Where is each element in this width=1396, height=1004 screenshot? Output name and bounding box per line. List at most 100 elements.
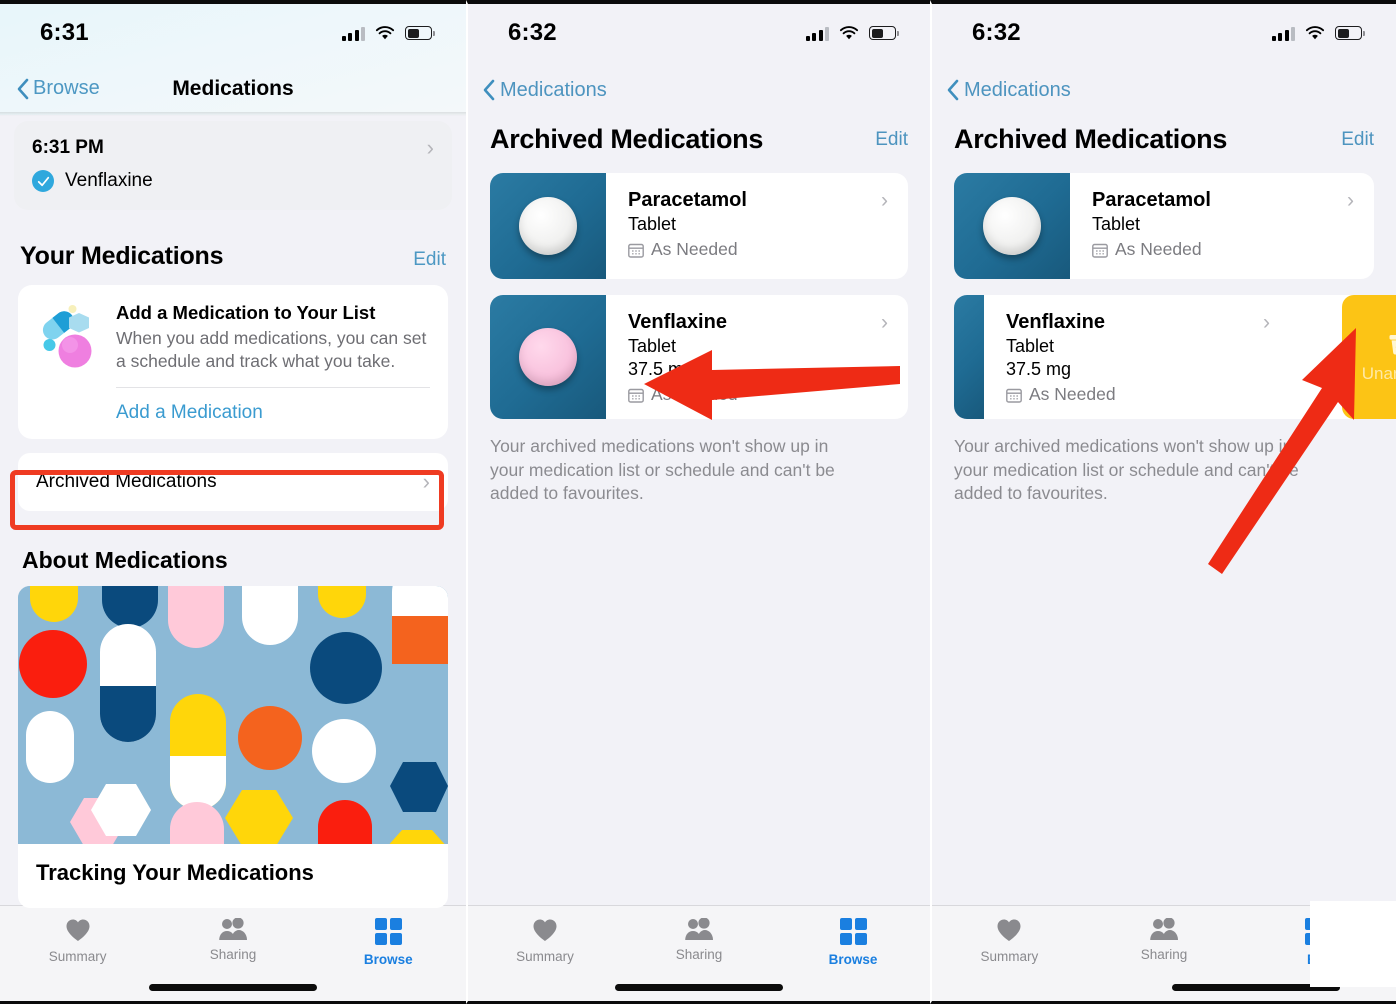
tab-sharing[interactable]: Sharing: [622, 918, 776, 962]
medication-form: Tablet: [1092, 214, 1141, 234]
tab-sharing[interactable]: Sharing: [155, 918, 310, 962]
back-button-label: Medications: [964, 78, 1071, 101]
status-clock: 6:32: [972, 19, 1021, 46]
page-title: Archived Medications: [954, 124, 1228, 154]
battery-icon: [869, 26, 899, 40]
back-button-medications[interactable]: Medications: [482, 79, 607, 102]
tab-summary[interactable]: Summary: [0, 918, 155, 964]
medication-row-paracetamol[interactable]: Paracetamol Tablet As Needed ›: [954, 173, 1374, 279]
archived-medications-row[interactable]: Archived Medications ›: [18, 452, 448, 511]
medication-thumbnail: [490, 173, 606, 279]
medication-thumbnail: [954, 295, 984, 419]
people-icon: [219, 918, 247, 940]
phone-panel-3: 6:32 Medications Archived Medications Ed…: [930, 0, 1396, 1004]
wifi-icon: [375, 25, 395, 41]
unarchive-button-label: Unarchive: [1361, 364, 1396, 383]
medication-row-venflaxine[interactable]: Venflaxine Tablet 37.5 mg As Needed ›: [490, 295, 908, 419]
medication-list: Paracetamol Tablet As Needed › Venflaxin…: [468, 173, 930, 419]
phone-panel-2: 6:32 Medications Archived Medications Ed…: [466, 0, 930, 1004]
pill-icon: [519, 197, 577, 255]
tab-summary[interactable]: Summary: [932, 918, 1087, 964]
medication-row-paracetamol[interactable]: Paracetamol Tablet As Needed ›: [490, 173, 908, 279]
tab-sharing[interactable]: Sharing: [1087, 918, 1242, 962]
dose-card[interactable]: 6:31 PM › Venflaxine: [14, 121, 452, 210]
medication-schedule-label: As Needed: [651, 384, 738, 404]
medication-schedule-label: As Needed: [1029, 384, 1116, 404]
medication-form: Tablet: [628, 214, 677, 234]
tab-browse-label: Browse: [828, 952, 878, 967]
navigation-bar: Medications: [468, 62, 930, 118]
cellular-bars-icon: [805, 26, 829, 41]
status-bar: 6:31: [0, 4, 466, 62]
status-clock: 6:32: [508, 19, 557, 46]
tab-summary-label: Summary: [516, 949, 574, 964]
chevron-left-icon: [946, 79, 959, 101]
tab-browse-label: Browse: [363, 952, 413, 967]
dose-time: 6:31 PM: [32, 137, 104, 158]
grid-squares-icon: [374, 918, 402, 945]
cellular-bars-icon: [341, 26, 365, 41]
tab-summary-label: Summary: [980, 949, 1039, 964]
heart-icon: [66, 919, 90, 941]
medication-thumbnail: [490, 295, 606, 419]
calendar-icon: [628, 387, 644, 403]
tab-bar: Summary Sharing Browse: [468, 905, 930, 1001]
tab-summary[interactable]: Summary: [468, 918, 622, 964]
medication-name: Venflaxine: [1006, 311, 1105, 333]
tab-summary-label: Summary: [48, 949, 107, 964]
status-indicators: [341, 25, 435, 41]
your-medications-edit-button[interactable]: Edit: [413, 249, 446, 271]
phone-panel-1: 6:31 Browse Medications 6:31 PM › Venfla…: [0, 0, 466, 1004]
home-indicator: [615, 984, 783, 991]
back-button-medications[interactable]: Medications: [946, 79, 1071, 102]
people-icon: [685, 918, 713, 940]
dose-medication-name: Venflaxine: [65, 170, 153, 191]
pill-pattern-illustration: [18, 585, 448, 844]
add-card-subtitle: When you add medications, you can set a …: [116, 328, 427, 372]
back-button-label: Medications: [500, 78, 607, 101]
chevron-right-icon: ›: [426, 135, 434, 160]
add-medication-card: Add a Medication to Your List When you a…: [18, 285, 448, 439]
about-card-caption: Tracking Your Medications: [36, 859, 314, 885]
archived-medications-header: Archived Medications Edit: [932, 124, 1396, 155]
add-a-medication-button[interactable]: Add a Medication: [36, 388, 430, 439]
medication-dose: 37.5 mg: [628, 359, 694, 379]
heart-icon: [997, 919, 1021, 941]
medication-schedule-label: As Needed: [651, 239, 738, 259]
about-medications-card[interactable]: Tracking Your Medications: [18, 585, 448, 908]
medication-name: Paracetamol: [1092, 189, 1211, 211]
medication-info: Venflaxine Tablet 37.5 mg As Needed: [984, 295, 1374, 419]
status-clock: 6:31: [40, 19, 89, 46]
calendar-icon: [628, 242, 644, 258]
unarchive-button[interactable]: Unarchive: [1342, 295, 1396, 419]
status-bar: 6:32: [932, 4, 1396, 62]
pills-illustration-icon: [36, 301, 102, 371]
edit-button[interactable]: Edit: [1341, 129, 1374, 151]
battery-icon: [405, 26, 435, 40]
wifi-icon: [839, 25, 859, 41]
tab-sharing-label: Sharing: [209, 947, 257, 962]
battery-icon: [1335, 26, 1365, 40]
medication-form: Tablet: [1006, 336, 1055, 356]
tab-browse[interactable]: Browse: [311, 918, 466, 967]
back-button-browse[interactable]: Browse: [16, 77, 100, 100]
add-card-text: Add a Medication to Your List When you a…: [116, 301, 430, 374]
check-circle-icon: [32, 170, 54, 192]
back-button-label: Browse: [33, 77, 100, 99]
medication-schedule: As Needed: [628, 384, 908, 405]
calendar-icon: [1092, 242, 1108, 258]
about-medications-title: About Medications: [22, 546, 228, 573]
edit-button[interactable]: Edit: [875, 129, 908, 151]
tab-browse[interactable]: Browse: [776, 918, 930, 967]
heart-icon: [533, 919, 557, 941]
medication-row-venflaxine[interactable]: Venflaxine Tablet 37.5 mg As Needed ›: [954, 295, 1396, 419]
medication-schedule: As Needed: [1006, 384, 1374, 405]
medication-name: Paracetamol: [628, 189, 747, 211]
your-medications-title: Your Medications: [20, 242, 224, 270]
medication-schedule-label: As Needed: [1115, 239, 1202, 259]
medication-info: Paracetamol Tablet As Needed: [1070, 173, 1374, 279]
archived-medications-header: Archived Medications Edit: [468, 124, 930, 155]
navigation-bar: Medications: [932, 62, 1396, 118]
tab-sharing-label: Sharing: [675, 947, 723, 962]
calendar-icon: [1006, 387, 1022, 403]
